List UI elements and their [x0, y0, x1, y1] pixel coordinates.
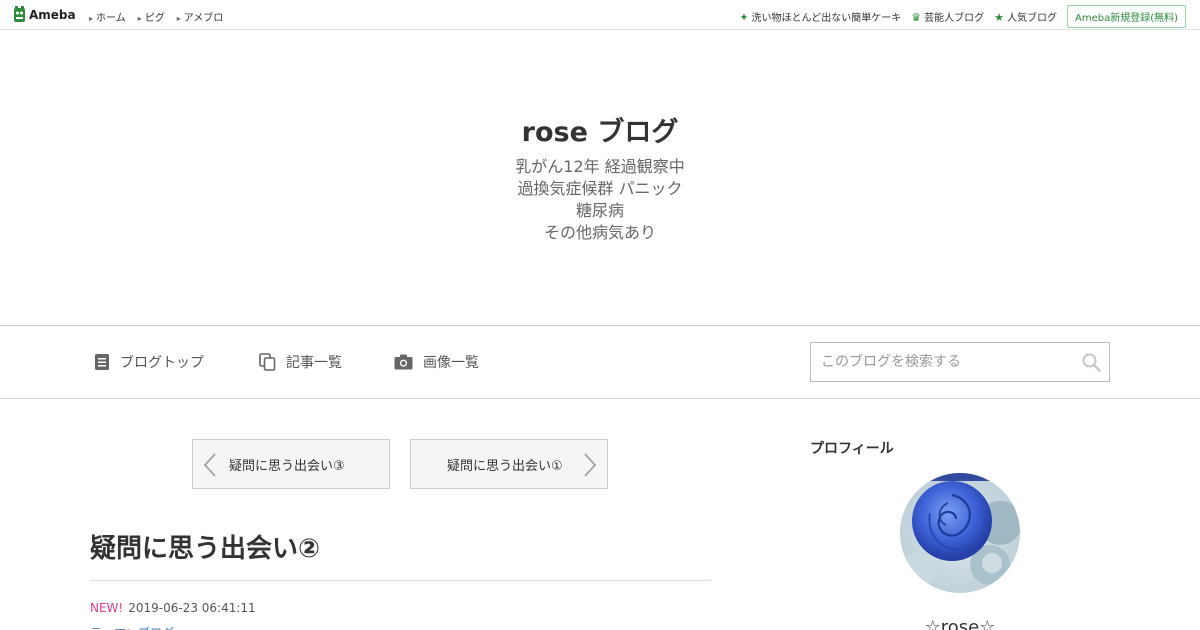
celebrity-blog-link[interactable]: ♛ 芸能人ブログ — [911, 9, 984, 24]
logo-text: Ameba — [29, 7, 76, 22]
prev-entry-button[interactable]: 疑問に思う出会い③ — [192, 439, 390, 489]
description-line: 過換気症候群 パニック — [517, 179, 683, 198]
article-meta: NEW! 2019-06-23 06:41:11 — [90, 601, 256, 615]
blog-description: 乳がん12年 経過観察中 過換気症候群 パニック 糖尿病 その他病気あり — [0, 156, 1200, 244]
description-line: 乳がん12年 経過観察中 — [515, 157, 685, 176]
article-theme-link[interactable]: テーマ：ブログ — [90, 624, 174, 630]
ameba-logo[interactable]: Ameba — [13, 6, 76, 23]
nav-entry-list-label: 記事一覧 — [286, 355, 342, 371]
ameba-logo-icon — [14, 6, 25, 22]
global-header: Ameba ホーム ピグ アメブロ ✦洗い物ほとんど出ない簡単ケーキ ♛芸能人ブ… — [0, 0, 1200, 30]
nav-blog-top[interactable]: ブログトップ — [94, 352, 204, 372]
description-line: その他病気あり — [543, 223, 656, 242]
nav-entry-list[interactable]: 記事一覧 — [259, 352, 342, 372]
document-icon — [95, 354, 109, 370]
nav-pigg-link[interactable]: ピグ — [138, 9, 165, 24]
blog-header: rose ブログ 乳がん12年 経過観察中 過換気症候群 パニック 糖尿病 その… — [0, 30, 1200, 326]
popular-blog-link[interactable]: ★ 人気ブログ — [994, 9, 1057, 24]
chevron-right-icon — [584, 453, 597, 477]
description-line: 糖尿病 — [575, 201, 624, 220]
blog-title[interactable]: rose ブログ — [0, 110, 1200, 149]
search-input[interactable] — [811, 343, 1071, 381]
profile-heading: プロフィール — [810, 441, 894, 457]
nav-image-list[interactable]: 画像一覧 — [394, 352, 479, 372]
new-badge: NEW! — [90, 601, 124, 615]
article-title[interactable]: 疑問に思う出会い② — [90, 528, 320, 565]
crown-icon: ♛ — [911, 11, 922, 24]
camera-icon — [394, 354, 413, 370]
blog-nav: ブログトップ 記事一覧 画像一覧 — [0, 325, 1200, 399]
next-entry-label: 疑問に思う出会い① — [447, 458, 563, 474]
sparkle-icon: ✦ — [739, 11, 749, 24]
article-datetime: 2019-06-23 06:41:11 — [128, 601, 256, 615]
copy-icon — [259, 353, 276, 371]
celebrity-blog-label: 芸能人ブログ — [924, 13, 985, 24]
featured-link-label: 洗い物ほとんど出ない簡単ケーキ — [751, 13, 902, 24]
header-links: ✦ 洗い物ほとんど出ない簡単ケーキ ♛ 芸能人ブログ ★ 人気ブログ Ameba新規登… — [739, 5, 1186, 28]
prev-entry-label: 疑問に思う出会い③ — [229, 458, 345, 474]
avatar[interactable] — [900, 473, 1020, 593]
chevron-left-icon — [203, 453, 216, 477]
next-entry-button[interactable]: 疑問に思う出会い① — [410, 439, 608, 489]
nav-image-list-label: 画像一覧 — [423, 355, 479, 371]
nav-home-link[interactable]: ホーム — [89, 9, 126, 24]
signup-button[interactable]: Ameba新規登録(無料) — [1066, 5, 1186, 28]
star-icon: ★ — [994, 11, 1004, 24]
search-icon[interactable] — [1081, 352, 1101, 372]
blog-search — [810, 342, 1110, 382]
nav-ameblo-link[interactable]: アメブロ — [177, 9, 224, 24]
global-nav: ホーム ピグ アメブロ — [89, 9, 223, 24]
divider — [90, 580, 711, 581]
featured-link[interactable]: ✦ 洗い物ほとんど出ない簡単ケーキ — [739, 9, 901, 24]
profile-name[interactable]: ☆rose☆ — [810, 617, 1110, 630]
nav-blog-top-label: ブログトップ — [120, 355, 204, 371]
popular-blog-label: 人気ブログ — [1006, 13, 1057, 24]
rose-avatar-image — [900, 473, 1020, 593]
